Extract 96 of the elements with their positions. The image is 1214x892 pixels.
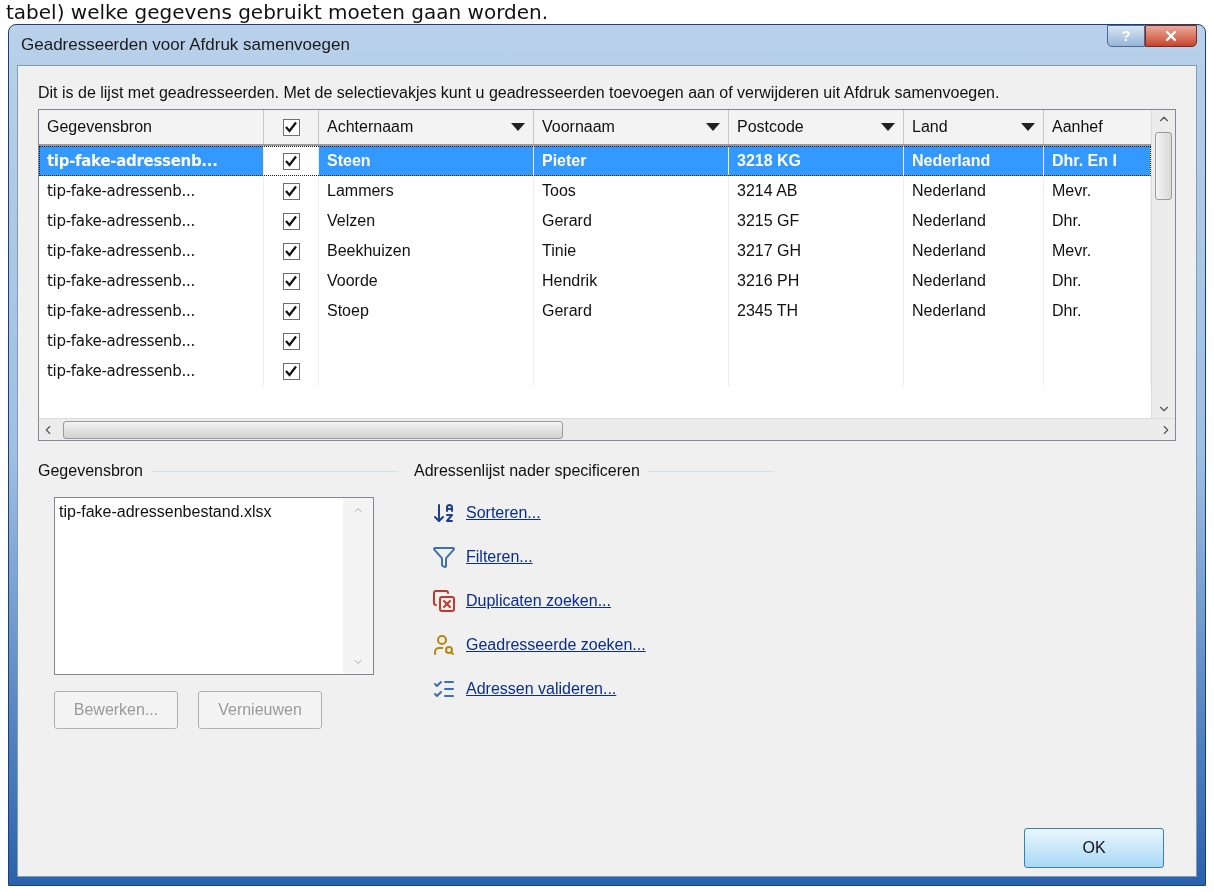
action-link[interactable]: Duplicaten zoeken... [466,589,611,613]
table-cell-text: tip-fake-adressenb... [47,270,195,292]
check-icon [285,275,297,287]
description-text: Dit is de lijst met geadresseerden. Met de selectievakjes kunt u geadresseerden toevoegen aan of verwijderen uit Afdruk samenvoegen. [38,83,1001,103]
table-cell-text: Toos [542,181,576,201]
checkbox[interactable] [282,118,300,136]
checkbox[interactable] [282,302,300,320]
table-cell-text: Beekhuizen [327,241,411,261]
action-link[interactable]: Sorteren... [466,501,541,525]
check-icon [285,365,297,377]
close-icon [1163,28,1179,44]
user-search-icon [432,633,456,657]
check-icon [285,245,297,257]
column-header[interactable]: Gegevensbron [39,110,264,144]
section-heading: Gegevensbron [38,461,143,481]
action-link[interactable]: Filteren... [466,545,533,569]
table-cell-text: Nederland [912,271,986,291]
table-cell-text: Stoep [327,301,369,321]
table-row[interactable]: tip-fake-adressenb... Voorde Hendrik 3216 PH Nederland Dhr. [39,266,1151,296]
table-cell-text: 3218 KG [737,151,802,171]
table-row[interactable]: tip-fake-adressenb... [39,356,1151,386]
table-cell-text: Nederland [912,301,986,321]
filter-icon [432,545,456,569]
table-cell-text: Gerard [542,211,592,231]
table-cell-text: Mevr. [1052,181,1092,201]
column-header[interactable]: Postcode [729,110,904,144]
action-link[interactable]: Geadresseerde zoeken... [466,633,646,657]
table-cell-text: Dhr. [1052,271,1082,291]
action-link[interactable]: Adressen valideren... [466,677,617,701]
table-cell-text: Dhr. [1052,301,1082,321]
table-cell-text: Nederland [912,151,991,171]
table-cell-text: tip-fake-adressenb... [47,300,195,322]
section-heading: Adressenlijst nader specificeren [414,461,640,481]
checkbox[interactable] [282,212,300,230]
data-source-list[interactable]: tip-fake-adressenbestand.xlsx [54,497,374,675]
checkbox[interactable] [282,182,300,200]
table-cell-text: tip-fake-adressenb... [47,360,195,382]
checkbox[interactable] [282,242,300,260]
table-cell-text: Nederland [912,211,986,231]
table-cell-text: 3214 AB [737,181,798,201]
table-cell-text: Hendrik [542,271,598,291]
table-row[interactable]: tip-fake-adressenb... Lammers Toos 3214 AB Nederland Mevr. [39,176,1151,206]
table-cell-text: Nederland [912,181,986,201]
column-header[interactable]: Aanhef [1044,110,1151,144]
check-icon [285,335,297,347]
scrollbar-thumb[interactable] [63,420,563,439]
dropdown-arrow-icon[interactable] [881,123,895,131]
table-row[interactable]: tip-fake-adressenb... [39,326,1151,356]
table-cell-text: tip-fake-adressenb... [47,240,195,262]
table-cell-text: 2345 TH [737,301,799,321]
checkbox[interactable] [282,272,300,290]
vertical-scrollbar[interactable] [1151,110,1175,418]
table-cell-text: Steen [327,151,371,171]
table-cell-text: Dhr. [1052,211,1082,231]
table-cell-text: 3215 GF [737,211,800,231]
dropdown-arrow-icon[interactable] [1021,123,1035,131]
list-item[interactable]: tip-fake-adressenbestand.xlsx [59,500,339,524]
table-cell-text: Mevr. [1052,241,1092,261]
dropdown-arrow-icon[interactable] [706,123,720,131]
check-icon [285,185,297,197]
table-row[interactable]: tip-fake-adressenb... Beekhuizen Tinie 3217 GH Nederland Mevr. [39,236,1151,266]
horizontal-scrollbar[interactable] [39,418,1175,440]
table-cell-text: Tinie [542,241,577,261]
table-cell-text: Gerard [542,301,592,321]
table-row[interactable]: tip-fake-adressenb... Velzen Gerard 3215 GF Nederland Dhr. [39,206,1151,236]
table-cell-text: tip-fake-adressenb... [47,330,195,352]
table-cell-text: Dhr. En I [1052,151,1117,171]
checkbox[interactable] [282,152,300,170]
column-header[interactable]: Achternaam [319,110,534,144]
check-icon [285,305,297,317]
table-cell-text: 3216 PH [737,271,800,291]
close-button[interactable] [1145,25,1197,47]
table-row[interactable]: tip-fake-adressenb... Stoep Gerard 2345 TH Nederland Dhr. [39,296,1151,326]
table-cell-text: 3217 GH [737,241,802,261]
checkbox[interactable] [282,332,300,350]
ok-button[interactable]: OK [1024,828,1164,868]
scrollbar-thumb[interactable] [1155,132,1172,200]
table-cell-text: Voorde [327,271,378,291]
check-icon [285,155,297,167]
checkbox[interactable] [282,362,300,380]
check-icon [285,215,297,227]
dropdown-arrow-icon[interactable] [511,123,525,131]
sort-icon [432,501,456,525]
column-header[interactable]: Voornaam [534,110,729,144]
table-cell-text: Pieter [542,151,587,171]
column-header[interactable]: Land [904,110,1044,144]
table-cell-text: tip-fake-adressenb... [47,210,195,232]
table-cell-text: tip-fake-adressenb... [47,150,218,172]
table-cell-text: Velzen [327,211,376,231]
table-cell-text: Nederland [912,241,986,261]
check-icon [285,121,297,133]
page-caption: tabel) welke gegevens gebruikt moeten gaan worden. [6,0,549,24]
table-cell-text: Lammers [327,181,394,201]
table-cell-text: tip-fake-adressenb... [47,180,195,202]
window-title: Geadresseerden voor Afdruk samenvoegen [20,34,350,57]
duplicate-icon [432,589,456,613]
